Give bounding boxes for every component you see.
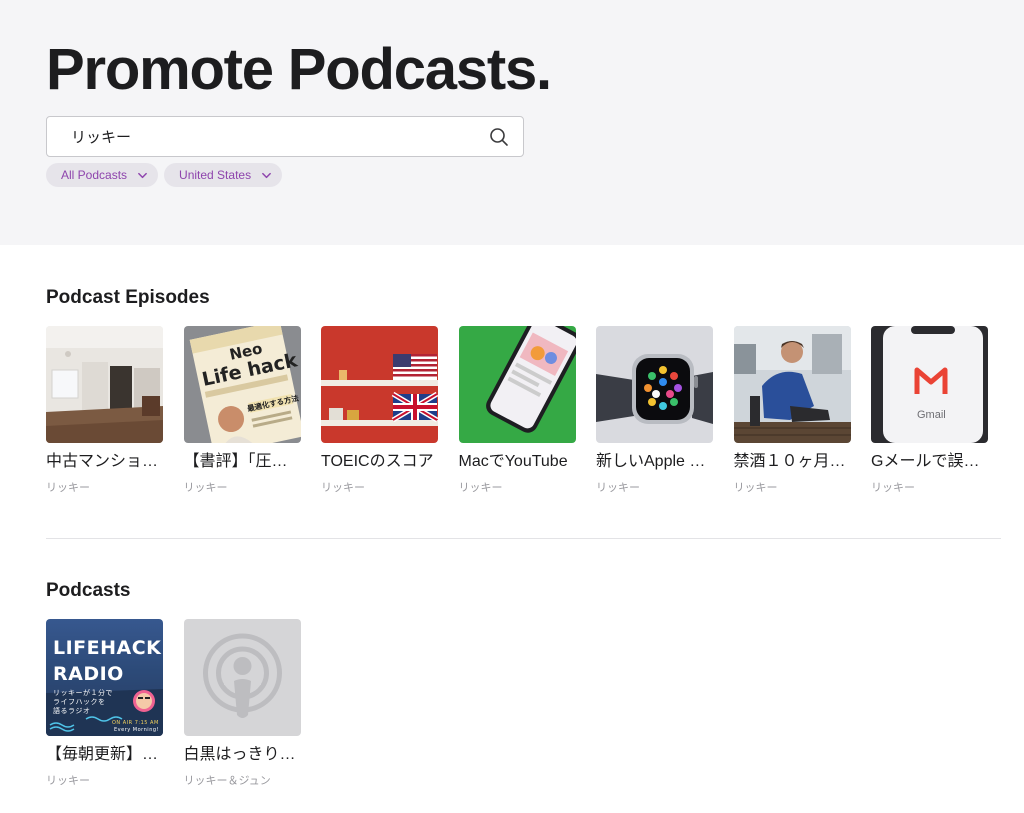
episode-artwork: [46, 326, 163, 443]
episodes-row: 中古マンション購入 リッキー Neo Life hack 最適化する方法: [46, 326, 989, 495]
episodes-section-title: Podcast Episodes: [46, 287, 210, 308]
chevron-down-icon: [262, 172, 271, 178]
gmail-label: Gmail: [917, 409, 946, 421]
podcast-art-caption: Every Morning!: [114, 727, 160, 733]
section-divider: [46, 538, 1001, 539]
episode-card[interactable]: 禁酒１０ヶ月経過 リッキー: [733, 326, 852, 495]
episode-author: リッキー: [183, 482, 228, 494]
chevron-down-icon: [138, 172, 147, 178]
episode-card[interactable]: TOEICのスコア リッキー: [321, 326, 439, 495]
podcast-artwork: [183, 619, 301, 736]
podcasts-section-title: Podcasts: [46, 580, 131, 601]
episode-title: 中古マンション購入: [46, 453, 163, 470]
episode-artwork: [596, 326, 713, 443]
episode-author: リッキー: [871, 482, 915, 494]
filter-label: United States: [179, 168, 252, 182]
podcast-author: リッキー: [46, 775, 90, 787]
podcast-title: 【毎朝更新】ライフハックラジオ: [46, 746, 163, 763]
episode-title: 新しいApple Watch: [596, 453, 713, 470]
episode-author: リッキー: [458, 482, 503, 494]
hero-header: Promote Podcasts. All Podcasts United St…: [0, 0, 1024, 245]
podcast-art-caption: ON AIR 7:15 AM: [112, 720, 159, 726]
podcast-type-filter[interactable]: All Podcasts: [46, 163, 159, 187]
podcast-art-title: LIFEHACK: [53, 637, 162, 659]
podcast-title: 白黒はっきりラジオ: [183, 746, 301, 763]
podcasts-row: LIFEHACK RADIO リッキーが１分で ライフハックを 語るラジオ ON…: [46, 619, 301, 788]
search-input[interactable]: [47, 117, 477, 156]
filter-label: All Podcasts: [61, 168, 128, 182]
podcast-artwork: LIFEHACK RADIO リッキーが１分で ライフハックを 語るラジオ ON…: [46, 619, 163, 736]
podcast-card[interactable]: 白黒はっきりラジオ リッキー＆ジュン: [183, 619, 302, 788]
episode-title: TOEICのスコア: [321, 453, 434, 470]
podcast-author: リッキー＆ジュン: [183, 775, 271, 787]
episode-artwork: Gmail: [871, 326, 988, 443]
podcast-art-caption: 語るラジオ: [53, 707, 91, 715]
episode-card[interactable]: MacでYouTube リッキー: [458, 326, 577, 495]
episode-author: リッキー: [46, 482, 90, 494]
episode-artwork: [321, 326, 438, 443]
country-filter[interactable]: United States: [164, 163, 283, 187]
podcast-card[interactable]: LIFEHACK RADIO リッキーが１分で ライフハックを 語るラジオ ON…: [46, 619, 164, 788]
episode-card[interactable]: Gmail Gメールで誤送信 リッキー: [871, 326, 989, 495]
episode-card[interactable]: 新しいApple Watch リッキー: [596, 326, 714, 495]
page-title: Promote Podcasts.: [46, 37, 552, 102]
episode-title: 【書評】「圧倒的: [183, 453, 301, 470]
episode-author: リッキー: [596, 482, 640, 494]
podcast-placeholder-icon: [183, 619, 301, 736]
episode-artwork: [733, 326, 851, 443]
search-icon[interactable]: [489, 127, 509, 147]
episode-author: リッキー: [733, 482, 778, 494]
episode-artwork: [458, 326, 576, 443]
search-box[interactable]: [46, 116, 524, 157]
episode-title: Gメールで誤送信: [871, 453, 988, 470]
episode-title: 禁酒１０ヶ月経過: [733, 453, 851, 470]
episode-title: MacでYouTube: [458, 453, 568, 470]
podcast-art-title: RADIO: [53, 663, 124, 685]
episode-artwork: Neo Life hack 最適化する方法: [183, 326, 301, 443]
episode-card[interactable]: 中古マンション購入 リッキー: [46, 326, 164, 495]
episode-author: リッキー: [321, 482, 365, 494]
episode-card[interactable]: Neo Life hack 最適化する方法 【書評】「圧倒的 リッキー: [183, 326, 302, 495]
filter-bar: All Podcasts United States: [46, 163, 283, 187]
